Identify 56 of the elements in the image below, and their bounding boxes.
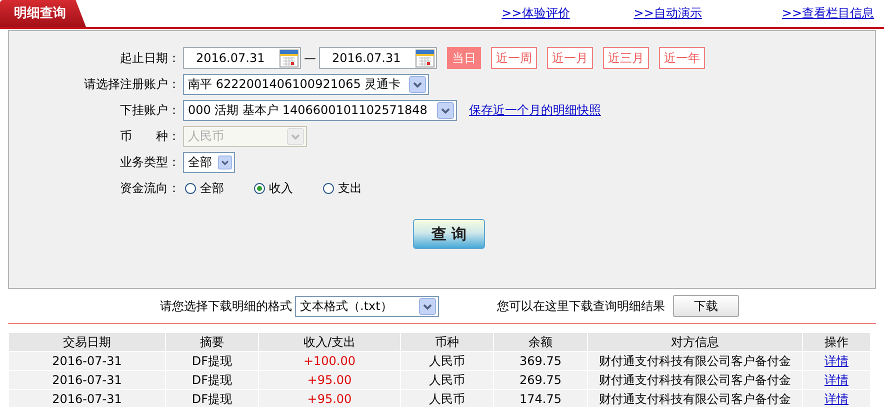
account-select[interactable]: 南平 6222001406100921065 灵通卡	[183, 74, 429, 94]
table-cell: 人民币	[400, 352, 494, 370]
table-cell: 2016-07-31	[8, 352, 166, 370]
date-field[interactable]: 2016.07.31	[183, 47, 301, 69]
currency-label: 币 种：	[119, 128, 181, 144]
table-cell: 人民币	[400, 370, 494, 390]
table-cell: +95.00	[258, 370, 400, 390]
table-cell: 人民币	[400, 390, 494, 407]
column-header: 收入/支出	[258, 332, 400, 352]
radio-button[interactable]	[185, 182, 196, 194]
table-cell: 369.75	[494, 352, 588, 370]
flow-label: 资金流向：	[119, 180, 181, 196]
download-hint: 您可以在这里下载查询明细结果	[497, 298, 665, 314]
table-cell: DF提现	[166, 390, 258, 407]
table-cell: 174.75	[494, 390, 588, 407]
table-cell: 2016-07-31	[8, 390, 166, 407]
date-label: 起止日期：	[119, 50, 181, 66]
table-cell: +100.00	[258, 352, 400, 370]
sub-account-label: 下挂账户：	[119, 102, 181, 118]
table-cell: 财付通支付科技有限公司客户备付金	[588, 352, 802, 370]
column-header: 币种	[400, 332, 494, 352]
radio-label: 收入	[269, 180, 293, 196]
business-type-label: 业务类型：	[119, 154, 181, 170]
snapshot-link[interactable]: 保存近一个月的明细快照	[469, 102, 601, 118]
sub-account-select[interactable]: 000 活期 基本户 1406600101102571848	[183, 100, 457, 120]
table-cell: 财付通支付科技有限公司客户备付金	[588, 370, 802, 390]
calendar-icon[interactable]	[415, 48, 435, 68]
table-cell: 2016-07-31	[8, 370, 166, 390]
column-header: 余额	[494, 332, 588, 352]
format-select[interactable]: 文本格式（.txt）	[295, 296, 439, 316]
radio-label: 支出	[338, 180, 362, 196]
column-header: 对方信息	[588, 332, 802, 352]
header-link[interactable]: >>自动演示	[634, 5, 702, 22]
format-label: 请您选择下载明细的格式	[160, 298, 292, 314]
table-cell: 财付通支付科技有限公司客户备付金	[588, 390, 802, 407]
header-link[interactable]: >>查看栏目信息	[782, 5, 874, 22]
page-tab[interactable]: 明细查询	[0, 0, 86, 27]
header-link[interactable]: >>体验评价	[502, 5, 570, 22]
column-header: 操作	[802, 332, 870, 352]
radio-button[interactable]	[323, 182, 334, 194]
column-header: 交易日期	[8, 332, 166, 352]
column-header: 摘要	[166, 332, 258, 352]
range-dash: —	[304, 51, 316, 65]
table-cell: 269.75	[494, 370, 588, 390]
business-type-select[interactable]: 全部	[183, 152, 235, 172]
currency-select: 人民币	[183, 126, 307, 146]
table-cell: DF提现	[166, 370, 258, 390]
radio-button[interactable]	[254, 182, 265, 194]
table-cell: DF提现	[166, 352, 258, 370]
account-label: 请选择注册账户：	[83, 76, 181, 92]
calendar-icon[interactable]	[279, 48, 299, 68]
query-button[interactable]: 查 询	[413, 219, 485, 249]
table-cell: +95.00	[258, 390, 400, 407]
date-field[interactable]: 2016.07.31	[319, 47, 437, 69]
radio-label: 全部	[200, 180, 224, 196]
download-button[interactable]: 下载	[673, 295, 739, 317]
